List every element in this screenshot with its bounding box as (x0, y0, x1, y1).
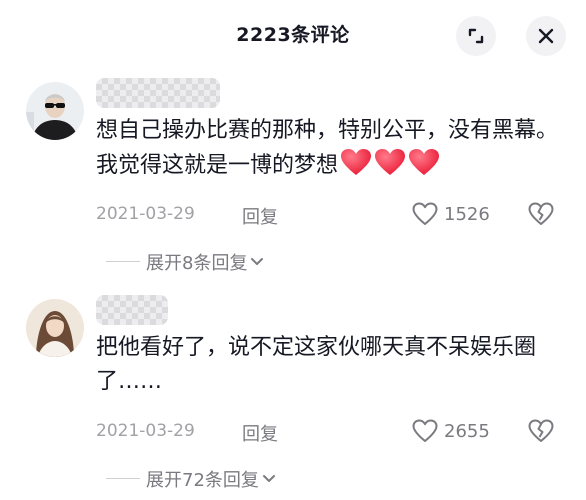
fullscreen-icon (468, 28, 484, 44)
comment-text: 把他看好了，说不定这家伙哪天真不呆娱乐圈了…… (96, 335, 537, 394)
expand-replies-label[interactable]: 展开8条回复 (146, 249, 264, 275)
broken-heart-icon[interactable] (528, 202, 554, 226)
heart-outline-icon[interactable] (412, 202, 438, 226)
comment-date: 2021-03-29 (96, 204, 195, 224)
avatar[interactable] (26, 299, 84, 357)
reply-button[interactable]: 回复 (242, 420, 278, 446)
close-button[interactable] (526, 16, 566, 56)
broken-heart-icon[interactable] (528, 419, 554, 443)
comments-header: 2223条评论 (0, 0, 586, 70)
username-blurred[interactable] (96, 295, 168, 325)
comment-date: 2021-03-29 (96, 421, 195, 441)
divider (106, 478, 140, 479)
close-icon (538, 28, 554, 44)
comment-meta: 2021-03-29 回复 2655 (96, 417, 566, 447)
chevron-down-icon (262, 475, 275, 482)
chevron-down-icon (251, 258, 264, 265)
reply-button[interactable]: 回复 (242, 203, 278, 229)
like-count: 2655 (444, 421, 490, 442)
expand-replies[interactable]: 展开8条回复 (96, 248, 396, 274)
red-heart-emoji (375, 149, 406, 175)
expand-replies-label[interactable]: 展开72条回复 (146, 466, 276, 492)
divider (106, 261, 140, 262)
red-heart-emoji (341, 149, 372, 175)
comment-text-body: 想自己操办比赛的那种，特别公平，没有黑幕。我觉得这就是一博的梦想 (96, 118, 559, 178)
like-count: 1526 (444, 204, 490, 225)
expand-replies[interactable]: 展开72条回复 (96, 465, 396, 491)
red-heart-emoji (409, 149, 440, 175)
fullscreen-button[interactable] (456, 16, 496, 56)
comment-count-title: 2223条评论 (236, 24, 350, 46)
username-blurred[interactable] (96, 78, 220, 108)
heart-outline-icon[interactable] (412, 419, 438, 443)
comment-text: 想自己操办比赛的那种，特别公平，没有黑幕。我觉得这就是一博的梦想 (96, 114, 566, 183)
avatar[interactable] (26, 82, 84, 140)
comment-meta: 2021-03-29 回复 1526 (96, 200, 566, 230)
